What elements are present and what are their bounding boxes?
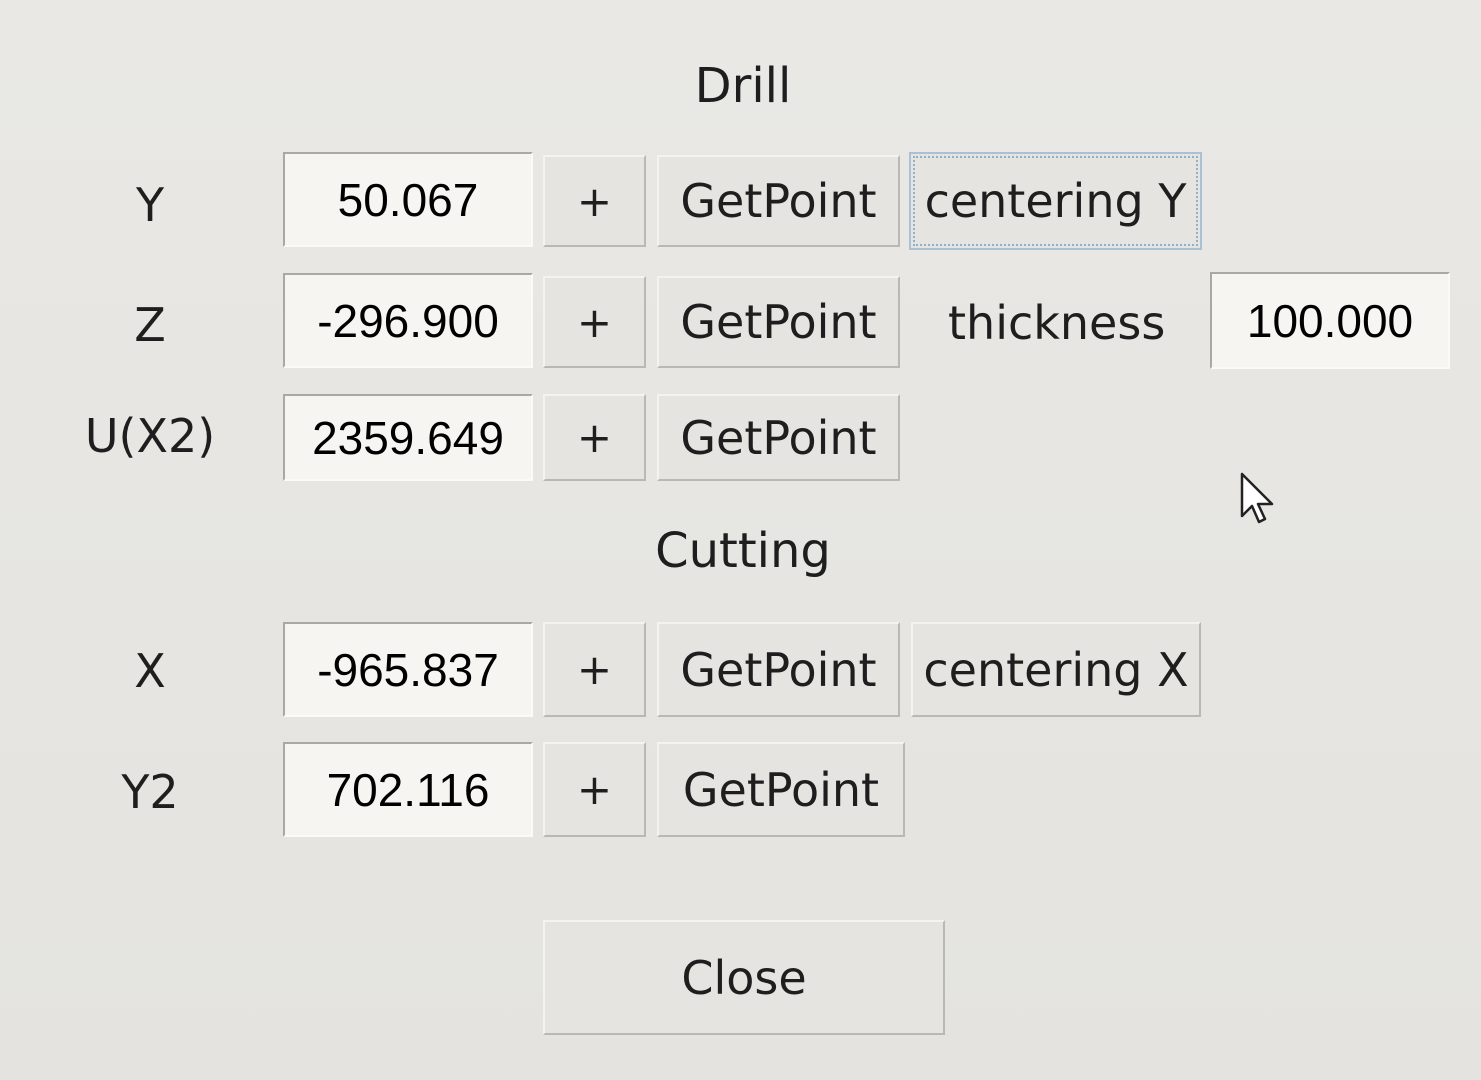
drill-u-plus-button[interactable]: + xyxy=(543,394,646,481)
cutting-x-getpoint-button[interactable]: GetPoint xyxy=(657,622,900,717)
drill-z-label: Z xyxy=(134,298,166,352)
drill-u-label: U(X2) xyxy=(84,409,216,463)
drill-y-getpoint-button[interactable]: GetPoint xyxy=(657,155,900,247)
thickness-input[interactable] xyxy=(1210,272,1450,369)
close-button[interactable]: Close xyxy=(543,920,945,1035)
drill-u-getpoint-button[interactable]: GetPoint xyxy=(657,394,900,481)
cutting-x-plus-button[interactable]: + xyxy=(543,622,646,717)
cutting-y2-plus-button[interactable]: + xyxy=(543,742,646,837)
cutting-y2-getpoint-button[interactable]: GetPoint xyxy=(657,742,905,837)
drill-y-input[interactable] xyxy=(283,152,533,247)
drill-section-title: Drill xyxy=(694,58,792,114)
drill-y-plus-button[interactable]: + xyxy=(543,155,646,247)
drill-z-getpoint-button[interactable]: GetPoint xyxy=(657,276,900,368)
drill-z-plus-button[interactable]: + xyxy=(543,276,646,368)
cutting-x-input[interactable] xyxy=(283,622,533,717)
drill-u-input[interactable] xyxy=(283,394,533,481)
cutting-x-label: X xyxy=(134,644,166,698)
cutting-y2-input[interactable] xyxy=(283,742,533,837)
cutting-y2-label: Y2 xyxy=(121,765,179,819)
centering-x-button[interactable]: centering X xyxy=(911,622,1201,717)
centering-y-button[interactable]: centering Y xyxy=(909,152,1202,250)
dialog-panel: Drill Y + GetPoint centering Y Z + GetPo… xyxy=(0,0,1481,1080)
arrow-cursor-icon xyxy=(1240,472,1274,524)
drill-y-label: Y xyxy=(135,178,165,232)
cutting-section-title: Cutting xyxy=(655,523,831,579)
drill-z-input[interactable] xyxy=(283,273,533,368)
thickness-label: thickness xyxy=(948,296,1166,350)
